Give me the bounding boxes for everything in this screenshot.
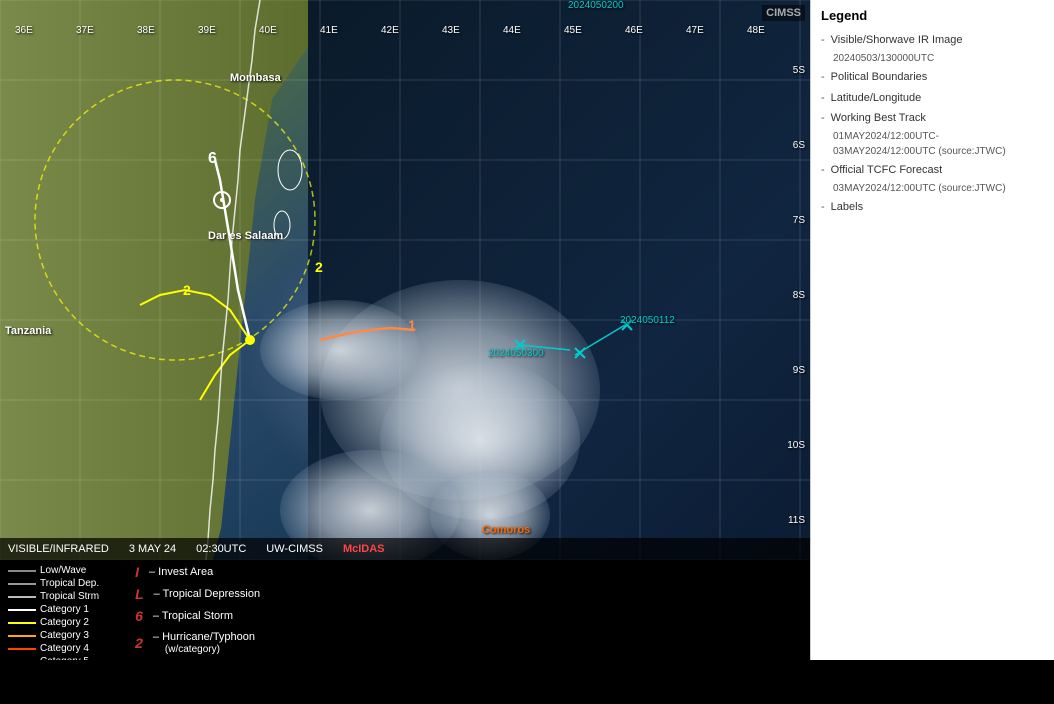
legend-political: - Political Boundaries: [821, 70, 1044, 84]
legend-symbols: I – Invest Area L – Tropical Depression …: [135, 565, 260, 655]
legend-hurricane-symbol: 2 – Hurricane/Typhoon(w/category): [135, 631, 260, 655]
legend-label-td: – Tropical Depression: [154, 588, 260, 600]
legend-cat5: Category 5: [8, 656, 99, 660]
lon-label-47e: 47E: [686, 25, 704, 36]
lon-label-36e: 36E: [15, 25, 33, 36]
legend-tropical-strm: Tropical Strm: [8, 591, 99, 602]
legend-td-symbol: L – Tropical Depression: [135, 587, 260, 601]
legend-labels-text: Labels: [831, 200, 863, 214]
lat-label-5s: 5S: [793, 65, 805, 76]
lon-label-46e: 46E: [625, 25, 643, 36]
legend-text-cat1: Category 1: [40, 604, 89, 615]
lon-label-48e: 48E: [747, 25, 765, 36]
legend-dash-3: -: [821, 91, 825, 105]
legend-dash-6: -: [821, 200, 825, 214]
legend-ts-symbol: 6 – Tropical Storm: [135, 609, 260, 623]
legend-text-cat5: Category 5: [40, 656, 89, 660]
legend-best-track-date2: 03MAY2024/12:00UTC (source:JTWC): [833, 146, 1044, 157]
legend-cat1: Category 1: [8, 604, 99, 615]
lon-label-40e: 40E: [259, 25, 277, 36]
legend-label-hurricane: – Hurricane/Typhoon(w/category): [153, 631, 255, 655]
lat-label-8s: 8S: [793, 290, 805, 301]
lon-label-42e: 42E: [381, 25, 399, 36]
city-dar-es-salaam: Dar es Salaam: [208, 230, 283, 242]
legend-label-ts: – Tropical Storm: [153, 610, 233, 622]
lon-label-45e: 45E: [564, 25, 582, 36]
track-label-2024050300: 2024050300: [488, 348, 544, 359]
legend-dash-2: -: [821, 70, 825, 84]
legend-best-track-text: Working Best Track: [831, 111, 926, 125]
legend-line-low: [8, 570, 36, 572]
lat-label-9s: 9S: [793, 365, 805, 376]
lon-label-39e: 39E: [198, 25, 216, 36]
map-source-label: UW-CIMSS: [266, 543, 323, 555]
bottom-legend: Low/Wave Tropical Dep. Tropical Strm Cat…: [0, 560, 810, 660]
legend-latlng: - Latitude/Longitude: [821, 91, 1044, 105]
lat-label-6s: 6S: [793, 140, 805, 151]
legend-best-track-date1: 01MAY2024/12:00UTC-: [833, 131, 1044, 142]
legend-cat4: Category 4: [8, 643, 99, 654]
legend-symbol-ts: 6: [135, 609, 143, 623]
legend-tropical-dep: Tropical Dep.: [8, 578, 99, 589]
legend-official-forecast-text: Official TCFC Forecast: [831, 163, 942, 177]
legend-timestamp: 20240503/130000UTC: [833, 53, 1044, 64]
legend-symbol-invest: I: [135, 565, 139, 579]
region-comoros: Comoros: [482, 524, 530, 536]
lon-label-43e: 43E: [442, 25, 460, 36]
legend-text-low: Low/Wave: [40, 565, 86, 576]
cloud-blob-north: [260, 300, 420, 400]
legend-line-td: [8, 583, 36, 585]
map-info-bar: VISIBLE/INFRARED 3 MAY 24 02:30UTC UW-CI…: [0, 538, 810, 560]
map-area: 6 2 2 1 36E 37E 38E 39E 40E 41E 42E 43E: [0, 0, 810, 660]
track-label-2024050112: 2024050112: [620, 315, 675, 326]
legend-symbol-td: L: [135, 587, 144, 601]
legend-forecast-date: 03MAY2024/12:00UTC (source:JTWC): [833, 183, 1044, 194]
legend-symbol-hurricane: 2: [135, 636, 143, 650]
legend-line-cat2: [8, 622, 36, 624]
lon-label-41e: 41E: [320, 25, 338, 36]
legend-dash-5: -: [821, 163, 825, 177]
legend-labels: - Labels: [821, 200, 1044, 214]
legend-line-cat4: [8, 648, 36, 650]
right-panel: Legend - Visible/Shorwave IR Image 20240…: [810, 0, 1054, 660]
legend-dash-1: -: [821, 33, 825, 47]
lon-label-38e: 38E: [137, 25, 155, 36]
legend-text-cat2: Category 2: [40, 617, 89, 628]
main-container: 6 2 2 1 36E 37E 38E 39E 40E 41E 42E 43E: [0, 0, 1054, 704]
legend-line-cat3: [8, 635, 36, 637]
legend-text-td: Tropical Dep.: [40, 578, 99, 589]
cimss-logo: CIMSS: [762, 5, 805, 21]
lat-label-10s: 10S: [787, 440, 805, 451]
legend-label-invest: – Invest Area: [149, 566, 213, 578]
legend-text-ts: Tropical Strm: [40, 591, 99, 602]
map-date-label: 3 MAY 24: [129, 543, 176, 555]
legend-visible-ir-text: Visible/Shorwave IR Image: [831, 33, 963, 47]
legend-panel-title: Legend: [821, 8, 1044, 23]
legend-text-cat4: Category 4: [40, 643, 89, 654]
legend-political-text: Political Boundaries: [831, 70, 928, 84]
lat-label-7s: 7S: [793, 215, 805, 226]
legend-cat2: Category 2: [8, 617, 99, 628]
legend-official-forecast: - Official TCFC Forecast: [821, 163, 1044, 177]
legend-visible-ir: - Visible/Shorwave IR Image: [821, 33, 1044, 47]
lat-label-11s: 11S: [788, 515, 805, 526]
legend-best-track: - Working Best Track: [821, 111, 1044, 125]
map-time-label: 02:30UTC: [196, 543, 246, 555]
legend-latlng-text: Latitude/Longitude: [831, 91, 922, 105]
track-label-2024050200: 2024050200: [568, 0, 624, 11]
legend-line-ts: [8, 596, 36, 598]
legend-invest: I – Invest Area: [135, 565, 260, 579]
image-type-label: VISIBLE/INFRARED: [8, 543, 109, 555]
city-mombasa: Mombasa: [230, 72, 281, 84]
lon-label-44e: 44E: [503, 25, 521, 36]
legend-cat3: Category 3: [8, 630, 99, 641]
legend-text-cat3: Category 3: [40, 630, 89, 641]
legend-dash-4: -: [821, 111, 825, 125]
lon-label-37e: 37E: [76, 25, 94, 36]
legend-line-cat1: [8, 609, 36, 611]
legend-low-wave: Low/Wave: [8, 565, 99, 576]
region-tanzania: Tanzania: [5, 325, 51, 337]
map-branding-label: McIDAS: [343, 543, 385, 555]
legend-track-lines: Low/Wave Tropical Dep. Tropical Strm Cat…: [8, 565, 99, 660]
